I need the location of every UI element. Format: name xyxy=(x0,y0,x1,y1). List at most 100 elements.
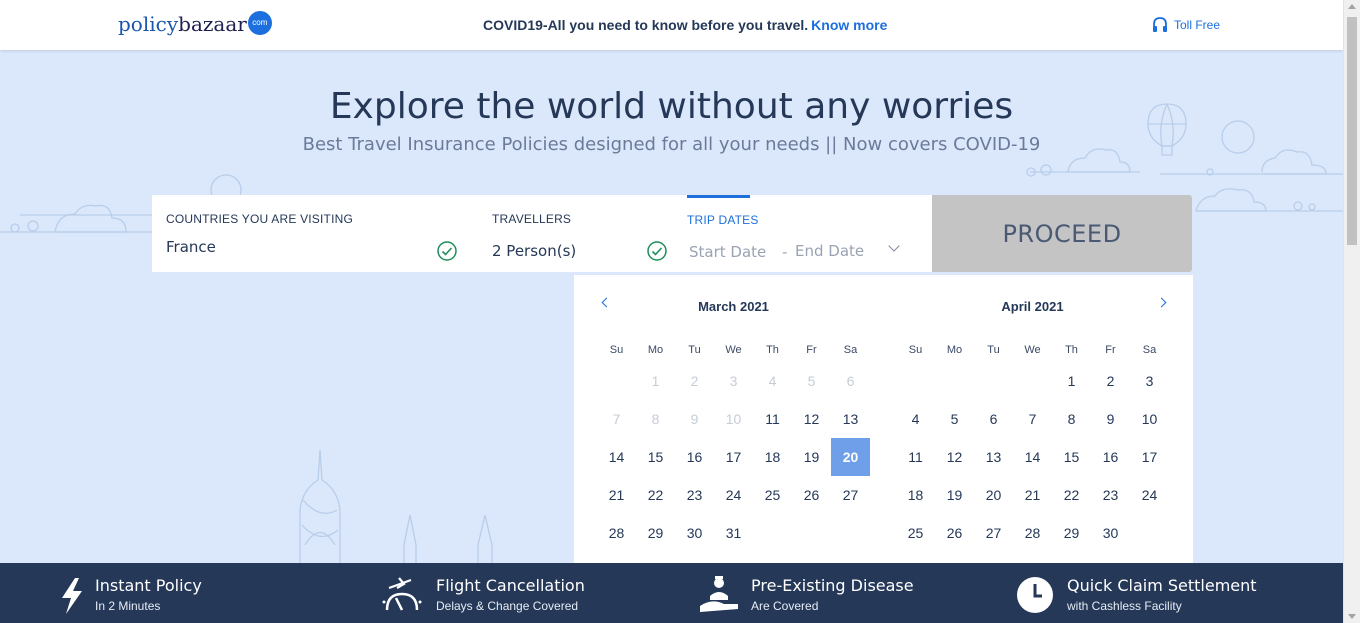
calendar-day: 2 xyxy=(690,373,699,389)
calendar-day[interactable]: 30 xyxy=(675,514,714,552)
calendar-day[interactable]: 12 xyxy=(792,400,831,438)
calendar-day[interactable]: 23 xyxy=(675,476,714,514)
start-date-input[interactable]: Start Date xyxy=(689,243,766,261)
calendar-day[interactable]: 25 xyxy=(753,476,792,514)
calendar-day[interactable]: 13 xyxy=(974,438,1013,476)
calendar-day[interactable]: 15 xyxy=(636,438,675,476)
calendar-day[interactable]: 26 xyxy=(935,514,974,552)
weekday-header: Mo xyxy=(647,344,664,356)
calendar-day[interactable]: 26 xyxy=(792,476,831,514)
weekday-header: Sa xyxy=(843,344,858,356)
feature-instant-policy: Instant Policy In 2 Minutes xyxy=(60,576,202,615)
scroll-down-arrow-icon[interactable] xyxy=(1348,614,1356,619)
features-footer: Instant Policy In 2 Minutes Flight Cance… xyxy=(0,563,1343,623)
calendar-day[interactable]: 29 xyxy=(636,514,675,552)
calendar-day[interactable]: 1 xyxy=(1052,362,1091,400)
calendar-day[interactable]: 14 xyxy=(597,438,636,476)
month-title-march: March 2021 xyxy=(698,299,769,314)
calendar-day[interactable]: 31 xyxy=(714,514,753,552)
calendar-day[interactable]: 16 xyxy=(675,438,714,476)
toll-free-link[interactable]: Toll Free xyxy=(1152,16,1220,34)
calendar-day[interactable]: 20 xyxy=(974,476,1013,514)
weekday-header: Th xyxy=(766,344,779,356)
scroll-up-arrow-icon[interactable] xyxy=(1348,4,1356,9)
calendar-day[interactable]: 16 xyxy=(1091,438,1130,476)
calendar-day[interactable]: 4 xyxy=(896,400,935,438)
weekday-header: Su xyxy=(908,344,923,356)
page-scrollbar[interactable] xyxy=(1343,0,1360,623)
calendar-day[interactable]: 17 xyxy=(1130,438,1169,476)
calendar-day[interactable]: 19 xyxy=(792,438,831,476)
weekday-header: Sa xyxy=(1142,344,1157,356)
calendar-day[interactable]: 10 xyxy=(1130,400,1169,438)
calendar-day[interactable]: 29 xyxy=(1052,514,1091,552)
calendar-day[interactable]: 24 xyxy=(714,476,753,514)
feature-subtitle: with Cashless Facility xyxy=(1067,599,1182,613)
calendar-day[interactable]: 9 xyxy=(1091,400,1130,438)
trip-dates-label: TRIP DATES xyxy=(687,213,759,227)
calendar-day: 10 xyxy=(725,411,742,427)
travellers-label: TRAVELLERS xyxy=(492,212,572,226)
end-date-input[interactable]: End Date xyxy=(795,242,864,260)
calendar-day[interactable]: 11 xyxy=(753,400,792,438)
calendar-day: 3 xyxy=(729,373,738,389)
calendar-day[interactable]: 22 xyxy=(1052,476,1091,514)
logo-badge: com xyxy=(247,11,272,35)
travellers-value: 2 Person(s) xyxy=(492,242,577,260)
toll-free-label: Toll Free xyxy=(1174,18,1221,32)
calendar-day[interactable]: 12 xyxy=(935,438,974,476)
calendar-day[interactable]: 21 xyxy=(597,476,636,514)
calendar-day[interactable]: 20 xyxy=(831,438,870,476)
month-title-april: April 2021 xyxy=(1001,299,1064,314)
calendar-day[interactable]: 13 xyxy=(831,400,870,438)
calendar-day[interactable]: 27 xyxy=(831,476,870,514)
check-circle-icon xyxy=(647,241,667,261)
feature-flight-cancellation: Flight Cancellation Delays & Change Cove… xyxy=(381,576,585,613)
feature-title: Pre-Existing Disease xyxy=(751,576,914,595)
calendar-day[interactable]: 19 xyxy=(935,476,974,514)
calendar-day[interactable]: 24 xyxy=(1130,476,1169,514)
calendar-day[interactable]: 27 xyxy=(974,514,1013,552)
scroll-thumb[interactable] xyxy=(1347,17,1357,245)
feature-pre-existing-disease: Pre-Existing Disease Are Covered xyxy=(698,576,914,614)
calendar-day[interactable]: 28 xyxy=(1013,514,1052,552)
hero-subtitle: Best Travel Insurance Policies designed … xyxy=(302,134,1041,155)
calendar-day[interactable]: 5 xyxy=(935,400,974,438)
calendar-day[interactable]: 17 xyxy=(714,438,753,476)
weekday-header: We xyxy=(725,344,742,356)
calendar-day[interactable]: 18 xyxy=(753,438,792,476)
policybazaar-logo[interactable]: policy bazaar com xyxy=(118,11,272,36)
feature-subtitle: Are Covered xyxy=(751,599,819,613)
calendar-day[interactable]: 21 xyxy=(1013,476,1052,514)
calendar-day[interactable]: 15 xyxy=(1052,438,1091,476)
calendar-day[interactable]: 30 xyxy=(1091,514,1130,552)
logo-text-policy: policy xyxy=(118,12,179,36)
date-separator: - xyxy=(782,243,788,261)
countries-value: France xyxy=(166,238,216,256)
feature-subtitle: Delays & Change Covered xyxy=(436,599,579,613)
calendar-day[interactable]: 6 xyxy=(974,400,1013,438)
calendar-day[interactable]: 7 xyxy=(1013,400,1052,438)
chevron-down-icon[interactable] xyxy=(888,240,900,252)
logo-text-bazaar: bazaar xyxy=(178,12,247,36)
know-more-link[interactable]: Know more xyxy=(811,17,887,33)
calendar-day[interactable]: 22 xyxy=(636,476,675,514)
top-header: policy bazaar com COVID19-All you need to … xyxy=(0,0,1343,50)
weekday-header: Fr xyxy=(1105,344,1116,356)
calendar-day[interactable]: 18 xyxy=(896,476,935,514)
hero-title: Explore the world without any worries xyxy=(329,86,1014,127)
date-picker: March 2021 April 2021 Su Mo Tu We Th Fr Sa 1 2 3 4… xyxy=(574,275,1193,565)
calendar-day: 9 xyxy=(690,411,699,427)
calendar-day[interactable]: 3 xyxy=(1130,362,1169,400)
calendar-day[interactable]: 2 xyxy=(1091,362,1130,400)
calendar-day[interactable]: 25 xyxy=(896,514,935,552)
calendar-day[interactable]: 28 xyxy=(597,514,636,552)
headphones-icon xyxy=(1153,17,1167,32)
calendar-day[interactable]: 23 xyxy=(1091,476,1130,514)
calendar-day[interactable]: 11 xyxy=(896,438,935,476)
weekday-header: Fr xyxy=(806,344,817,356)
calendar-day: 6 xyxy=(846,373,855,389)
proceed-button[interactable]: PROCEED xyxy=(932,195,1192,272)
calendar-day[interactable]: 14 xyxy=(1013,438,1052,476)
calendar-day[interactable]: 8 xyxy=(1052,400,1091,438)
